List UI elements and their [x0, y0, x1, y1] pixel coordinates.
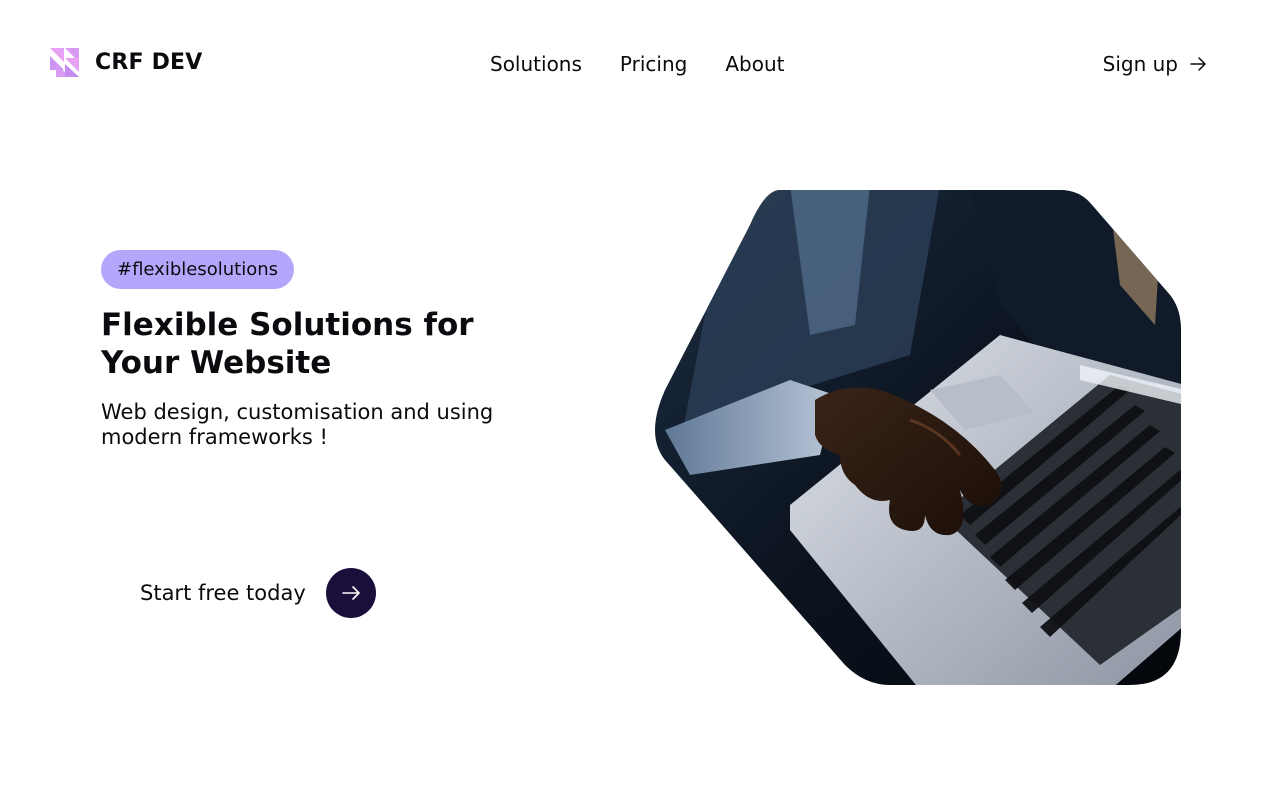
hero-headline: Flexible Solutions for Your Website [101, 307, 474, 381]
signup-link[interactable]: Sign up [1103, 50, 1208, 78]
cta-label: Start free today [140, 581, 306, 605]
hero-subline: Web design, customisation and using mode… [101, 400, 494, 449]
main-nav: Solutions Pricing About [490, 50, 784, 78]
hashtag-badge: #flexiblesolutions [101, 250, 294, 289]
arrow-right-icon [341, 586, 360, 600]
signup-label: Sign up [1102, 52, 1178, 76]
cta-arrow-circle [325, 568, 376, 618]
nav-link-pricing[interactable]: Pricing [620, 50, 687, 78]
nav-link-solutions[interactable]: Solutions [490, 50, 582, 78]
brand-name: CRF DEV [95, 50, 203, 75]
nav-link-about[interactable]: About [725, 50, 784, 78]
brand-logo-link[interactable]: CRF DEV [50, 48, 203, 77]
arrow-right-icon [1190, 57, 1206, 71]
person-typing-laptop-image [655, 190, 1181, 685]
stacked-triangles-logo-icon [50, 48, 79, 77]
start-free-button[interactable]: Start free today [140, 568, 376, 618]
landing-page: CRF DEV Solutions Pricing About Sign up … [0, 0, 1280, 800]
